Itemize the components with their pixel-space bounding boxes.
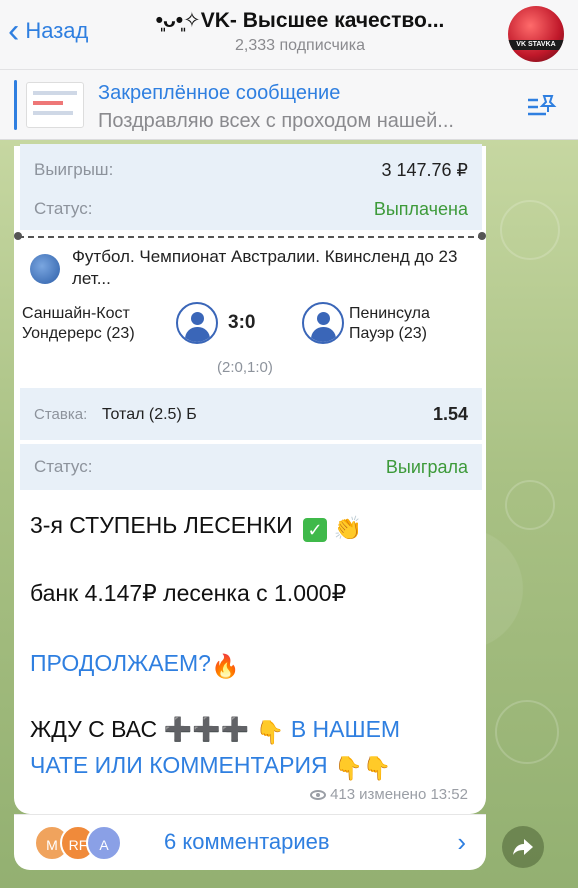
message-line-text: ЧАТЕ ИЛИ КОММЕНТАРИЯ — [30, 752, 328, 778]
bet-market: Тотал (2.5) Б — [101, 406, 197, 423]
point-down-icon: 👇👇 — [334, 755, 392, 781]
chevron-right-icon: › — [457, 827, 466, 857]
pinned-title: Закреплённое сообщение — [98, 82, 341, 104]
away-team-icon — [302, 302, 344, 344]
share-arrow-icon — [513, 839, 533, 855]
football-icon — [30, 254, 60, 284]
eye-icon — [310, 789, 327, 800]
pin-list-icon[interactable] — [526, 92, 558, 120]
message-line: ПРОДОЛЖАЕМ?🔥 — [30, 650, 240, 680]
match-score: 3:0 — [228, 312, 256, 333]
message-line-text: В НАШЕМ — [290, 716, 401, 742]
message-bubble[interactable]: Выигрыш: 3 147.76 ₽ Статус: Выплачена Фу… — [14, 144, 486, 814]
win-value: 3 147.76 ₽ — [381, 159, 468, 180]
subscriber-count: 2,333 подписчика — [235, 37, 365, 54]
wallpaper-doodle — [495, 700, 559, 764]
message-meta: 413 изменено 13:52 — [310, 786, 468, 803]
payout-status-value: Выплачена — [373, 198, 468, 219]
bet-odds: 1.54 — [432, 403, 468, 424]
ticket-divider — [18, 236, 484, 238]
chat-header: ‹ Назад •͈ᴗ•͈✧VK- Высшее качество... 2,3… — [0, 0, 578, 70]
check-icon: ✓ — [303, 518, 328, 542]
pinned-preview: Поздравляю всех с проходом нашей... — [98, 110, 454, 132]
bet-row: Ставка: Тотал (2.5) Б 1.54 — [20, 388, 482, 440]
channel-info[interactable]: •͈ᴗ•͈✧VK- Высшее качество... 2,333 подпи… — [110, 8, 490, 55]
home-team-icon — [176, 302, 218, 344]
message-line: банк 4.147₽ лесенка с 1.000₽ — [30, 580, 347, 606]
clap-icon: 👏 — [333, 515, 363, 541]
message-line: ЖДУ С ВАС ➕➕➕ 👇 В НАШЕМ — [30, 716, 400, 746]
half-scores: (2:0,1:0) — [217, 359, 273, 376]
message-line-text: ЖДУ С ВАС ➕➕➕ — [30, 716, 250, 742]
message-line: 3-я СТУПЕНЬ ЛЕСЕНКИ ✓ 👏 — [30, 512, 362, 542]
bet-status-value: Выиграла — [385, 456, 468, 477]
avatar-label: VK STAVKA — [508, 40, 564, 50]
bet-status-row: Статус: Выиграла — [20, 444, 482, 490]
edited-time: изменено 13:52 — [359, 786, 468, 803]
pinned-message-bar[interactable]: Закреплённое сообщение Поздравляю всех с… — [0, 70, 578, 140]
wallpaper-doodle — [505, 480, 555, 530]
payout-status-row: Статус: Выплачена — [20, 188, 482, 230]
message-line: ЧАТЕ ИЛИ КОММЕНТАРИЯ 👇👇 — [30, 752, 391, 782]
status-label: Статус: — [34, 199, 93, 218]
point-down-icon: 👇 — [255, 719, 285, 745]
view-count: 413 — [330, 786, 356, 803]
share-button[interactable] — [502, 826, 544, 868]
chevron-left-icon: ‹ — [8, 12, 20, 50]
pinned-indicator — [14, 80, 17, 130]
pinned-thumbnail — [26, 82, 84, 128]
commenter-avatar: A — [86, 825, 122, 861]
win-label: Выигрыш: — [34, 160, 114, 179]
back-label: Назад — [25, 18, 89, 43]
bet-label: Ставка: — [34, 406, 88, 423]
wallpaper-doodle — [500, 200, 560, 260]
message-line-text: 3-я СТУПЕНЬ ЛЕСЕНКИ — [30, 512, 293, 538]
fire-icon: 🔥 — [210, 653, 240, 679]
league-name: Футбол. Чемпионат Австралии. Квинсленд д… — [72, 247, 458, 288]
channel-title: •͈ᴗ•͈✧VK- Высшее качество... — [155, 9, 445, 32]
channel-avatar[interactable]: VK STAVKA — [508, 6, 564, 62]
comments-button[interactable]: M RF A 6 комментариев › — [14, 814, 486, 870]
message-line-text: ПРОДОЛЖАЕМ? — [30, 650, 211, 676]
back-button[interactable]: ‹ Назад — [8, 12, 89, 50]
comments-label: 6 комментариев — [164, 829, 330, 854]
status-label: Статус: — [34, 457, 93, 476]
home-team-name: Саншайн-Кост Уондерерс (23) — [22, 305, 135, 342]
away-team-name: Пенинсула Пауэр (23) — [349, 305, 430, 342]
